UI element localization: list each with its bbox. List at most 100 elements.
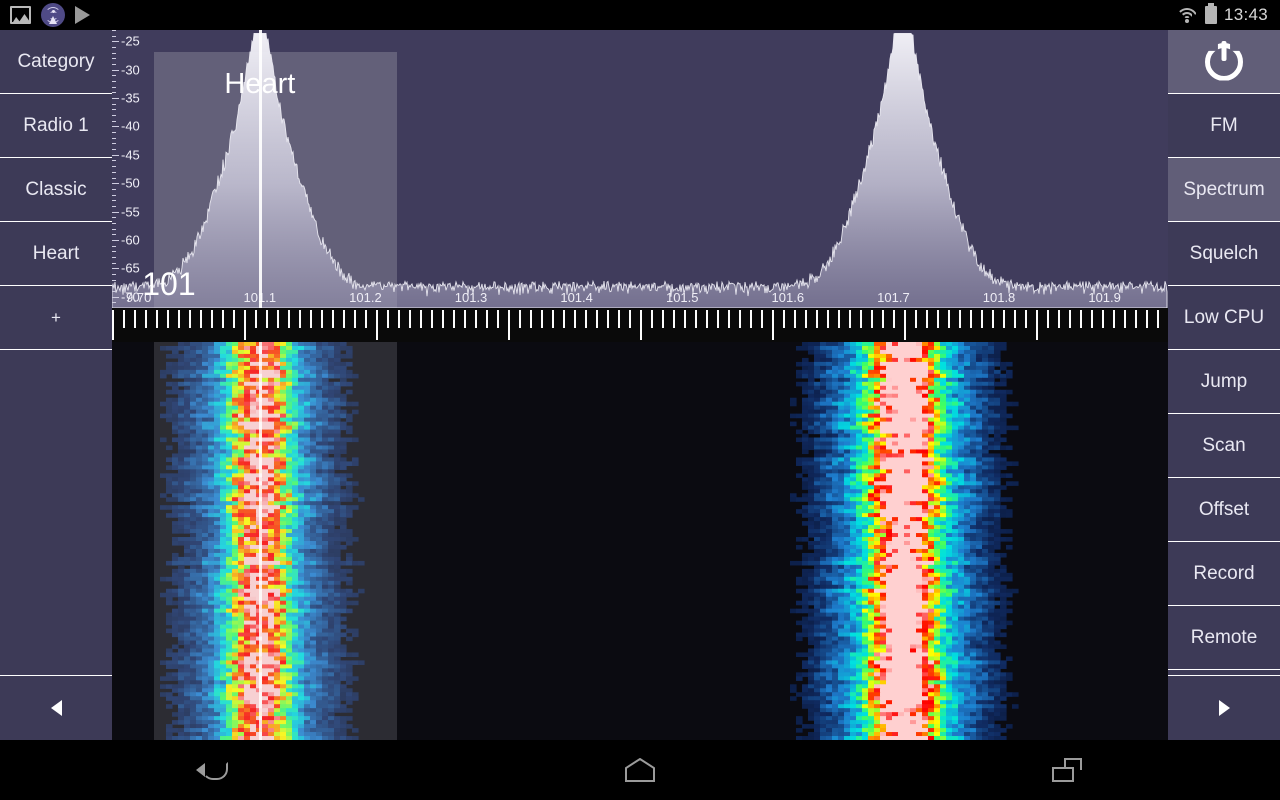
ruler-minor-tick — [420, 310, 422, 328]
db-minor-tick — [112, 302, 116, 304]
frequency-ruler[interactable] — [112, 308, 1168, 342]
ruler-minor-tick — [761, 310, 763, 328]
ruler-minor-tick — [178, 310, 180, 328]
control-spectrum-button[interactable]: Spectrum — [1168, 158, 1280, 222]
db-tick — [112, 126, 119, 128]
ruler-minor-tick — [354, 310, 356, 328]
nav-back-button[interactable] — [0, 758, 427, 782]
control-fm-button[interactable]: FM — [1168, 94, 1280, 158]
control-low-cpu-button[interactable]: Low CPU — [1168, 286, 1280, 350]
ruler-minor-tick — [299, 310, 301, 328]
control-sidebar: FM Spectrum Squelch Low CPU Jump Scan Of… — [1168, 30, 1280, 740]
control-label: FM — [1210, 114, 1238, 136]
spectrum-pane[interactable]: -25-30-35-40-45-50-55-60-65-70 9.70101.1… — [112, 30, 1168, 740]
ruler-minor-tick — [805, 310, 807, 328]
nav-recents-button[interactable] — [853, 758, 1280, 782]
ruler-minor-tick — [255, 310, 257, 328]
db-tick — [112, 239, 119, 241]
sidebar-item-category[interactable]: Category — [0, 30, 112, 94]
frequency-tick-label: 101.2 — [349, 290, 382, 305]
db-tick — [112, 268, 119, 270]
ruler-minor-tick — [838, 310, 840, 328]
control-label: Jump — [1200, 370, 1248, 392]
status-system-icons: 13:43 — [1175, 3, 1280, 25]
ruler-minor-tick — [1124, 310, 1126, 328]
control-label: Offset — [1198, 498, 1250, 520]
db-tick-label: -25 — [121, 33, 140, 49]
recents-icon — [1051, 758, 1082, 782]
ruler-minor-tick — [167, 310, 169, 328]
ruler-minor-tick — [475, 310, 477, 328]
ruler-minor-tick — [750, 310, 752, 328]
control-next-page-button[interactable] — [1168, 676, 1280, 740]
ruler-minor-tick — [200, 310, 202, 328]
sidebar-item-radio-1[interactable]: Radio 1 — [0, 94, 112, 158]
db-minor-tick — [112, 256, 116, 258]
ruler-major-tick — [112, 310, 114, 340]
home-icon — [624, 758, 656, 782]
ruler-minor-tick — [387, 310, 389, 328]
control-offset-button[interactable]: Offset — [1168, 478, 1280, 542]
frequency-tick-label: 101.7 — [877, 290, 910, 305]
db-minor-tick — [112, 194, 116, 196]
ruler-major-tick — [772, 310, 774, 340]
ruler-minor-tick — [1047, 310, 1049, 328]
spectrum-graph[interactable]: -25-30-35-40-45-50-55-60-65-70 9.70101.1… — [112, 30, 1168, 308]
ruler-minor-tick — [145, 310, 147, 328]
control-remote-button[interactable]: Remote — [1168, 606, 1280, 670]
ruler-minor-tick — [673, 310, 675, 328]
ruler-minor-tick — [871, 310, 873, 328]
db-minor-tick — [112, 64, 116, 66]
db-minor-tick — [112, 143, 116, 145]
sidebar-item-heart[interactable]: Heart — [0, 222, 112, 286]
control-squelch-button[interactable]: Squelch — [1168, 222, 1280, 286]
db-minor-tick — [112, 285, 116, 287]
db-tick — [112, 296, 119, 298]
control-label: Low CPU — [1183, 306, 1265, 328]
db-minor-tick — [112, 160, 116, 162]
preset-sidebar: Category Radio 1 Classic Heart + — [0, 30, 112, 740]
control-record-button[interactable]: Record — [1168, 542, 1280, 606]
ruler-minor-tick — [1113, 310, 1115, 328]
ruler-minor-tick — [497, 310, 499, 328]
ruler-minor-tick — [893, 310, 895, 328]
db-minor-tick — [112, 86, 116, 88]
db-minor-tick — [112, 166, 116, 168]
back-arrow-icon — [196, 758, 230, 782]
db-tick-label: -30 — [121, 62, 140, 78]
ruler-minor-tick — [1146, 310, 1148, 328]
ruler-minor-tick — [552, 310, 554, 328]
db-minor-tick — [112, 290, 116, 292]
control-label: Scan — [1202, 434, 1246, 456]
db-minor-tick — [112, 92, 116, 94]
ruler-minor-tick — [651, 310, 653, 328]
power-button[interactable] — [1168, 30, 1280, 94]
sidebar-item-classic[interactable]: Classic — [0, 158, 112, 222]
ruler-minor-tick — [585, 310, 587, 328]
add-preset-button[interactable]: + — [0, 286, 112, 350]
sidebar-prev-page-button[interactable] — [0, 676, 112, 740]
ruler-minor-tick — [321, 310, 323, 328]
ruler-minor-tick — [1014, 310, 1016, 328]
db-minor-tick — [112, 234, 116, 236]
radio-antenna-icon — [41, 3, 65, 27]
ruler-minor-tick — [519, 310, 521, 328]
db-minor-tick — [112, 245, 116, 247]
ruler-minor-tick — [915, 310, 917, 328]
wifi-icon — [1175, 7, 1198, 23]
ruler-minor-tick — [684, 310, 686, 328]
sidebar-item-label: Heart — [32, 242, 80, 264]
ruler-minor-tick — [1069, 310, 1071, 328]
control-scan-button[interactable]: Scan — [1168, 414, 1280, 478]
ruler-minor-tick — [794, 310, 796, 328]
ruler-minor-tick — [607, 310, 609, 328]
waterfall-display[interactable] — [112, 342, 1168, 740]
control-jump-button[interactable]: Jump — [1168, 350, 1280, 414]
db-minor-tick — [112, 132, 116, 134]
ruler-minor-tick — [563, 310, 565, 328]
nav-home-button[interactable] — [427, 758, 854, 782]
ruler-minor-tick — [1025, 310, 1027, 328]
ruler-minor-tick — [948, 310, 950, 328]
ruler-minor-tick — [156, 310, 158, 328]
db-minor-tick — [112, 47, 116, 49]
